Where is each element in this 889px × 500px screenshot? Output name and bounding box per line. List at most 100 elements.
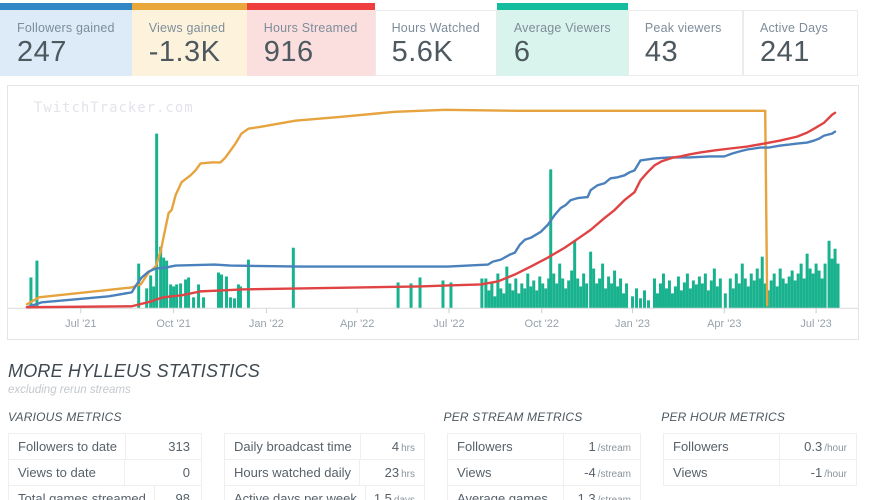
stream-activity-bars (635, 288, 639, 309)
stream-activity-bars (544, 288, 548, 309)
stream-activity-bars (784, 283, 788, 309)
stat-card-peak-viewers[interactable]: Peak viewers 43 (627, 3, 743, 76)
stream-activity-bars (499, 288, 503, 309)
stream-activity-bars (508, 283, 512, 309)
stream-activity-bars (149, 275, 153, 309)
stream-activity-bars (535, 290, 539, 309)
summary-cards-row: Followers gained 247 Views gained -1.3K … (0, 3, 858, 76)
stream-activity-bars (833, 248, 837, 309)
card-accent-bar (131, 3, 247, 10)
stream-activity-bars (532, 280, 536, 309)
card-accent-bar (374, 3, 497, 10)
metric-value: 0.3 (804, 439, 823, 454)
stream-activity-bars (740, 263, 744, 309)
stream-activity-bars (579, 286, 583, 309)
stream-activity-bars (496, 273, 500, 309)
stream-activity-bars (570, 270, 574, 309)
stat-card-label: Followers gained (17, 21, 115, 35)
x-axis-tick-label: Apr '23 (707, 318, 741, 330)
stream-activity-bars (529, 286, 533, 309)
various-metrics-table-1: Followers to date 313 Views to date 0 To… (8, 433, 202, 500)
metric-row: Followers 1/stream (448, 434, 641, 460)
stream-activity-bars (418, 277, 422, 309)
stream-activity-bars (631, 296, 635, 309)
section-subtitle: excluding rerun streams (8, 384, 131, 396)
stream-activity-bars (291, 247, 295, 309)
stream-activity-bars (582, 273, 586, 309)
stream-activity-bars (585, 283, 589, 309)
stream-activity-bars (224, 276, 228, 309)
various-metrics-table-2: Daily broadcast time 4 hrs Hours watched … (223, 433, 426, 500)
per-hour-metrics-table: Followers 0.3/hour Views -1/hour (663, 433, 857, 486)
metric-unit: days (394, 495, 415, 500)
stream-activity-bars (162, 257, 166, 309)
stream-activity-bars (706, 290, 710, 309)
stream-activity-bars (658, 283, 662, 309)
stream-activity-bars (598, 278, 602, 309)
x-axis-tick-label: Jan '22 (249, 318, 284, 330)
stream-activity-bars (752, 280, 756, 309)
stream-activity-bars (625, 283, 629, 309)
stat-card-views-gained[interactable]: Views gained -1.3K (131, 3, 247, 76)
stream-activity-bars (541, 283, 545, 309)
stat-card-value: 247 (17, 36, 67, 68)
x-axis-tick-label: Oct '21 (156, 318, 190, 330)
x-axis-tick-label: Apr '22 (340, 318, 374, 330)
stream-activity-bars (778, 268, 782, 309)
stat-card-value: 5.6K (391, 36, 454, 68)
metric-value: 1.3 (577, 491, 596, 500)
stat-card-followers-gained[interactable]: Followers gained 247 (0, 3, 132, 76)
metric-row: Hours watched daily 23 hrs (224, 460, 425, 486)
stat-card-value: 43 (644, 36, 679, 68)
stream-activity-bars (228, 297, 232, 309)
stream-activity-bars (703, 273, 707, 309)
stat-card-hours-streamed[interactable]: Hours Streamed 916 (246, 3, 375, 76)
stream-activity-bars (595, 283, 599, 309)
stream-activity-bars (520, 283, 524, 309)
group-header-per-stream: PER STREAM METRICS (443, 410, 583, 424)
stream-activity-bars (487, 290, 491, 309)
stream-activity-bars (805, 253, 809, 309)
stream-activity-bars (734, 273, 738, 309)
x-axis-tick-label: Jul '22 (433, 318, 464, 330)
stream-activity-bars (827, 240, 831, 309)
metric-row: Total games streamed 98 (9, 486, 201, 500)
stream-activity-bars (712, 268, 716, 309)
stream-activity-bars (769, 280, 773, 309)
stream-activity-bars (685, 273, 689, 309)
stream-activity-bars (616, 286, 620, 309)
metric-value: 1 (588, 439, 596, 454)
metric-value: -4 (584, 465, 596, 480)
stat-card-hours-watched[interactable]: Hours Watched 5.6K (374, 3, 497, 76)
stream-activity-bars (561, 278, 565, 309)
metric-unit: /stream (597, 469, 632, 480)
stream-activity-bars (661, 273, 665, 309)
card-accent-bar (246, 3, 375, 10)
stream-activity-bars (814, 263, 818, 309)
stream-activity-bars (639, 298, 643, 309)
stream-activity-bars (796, 273, 800, 309)
stream-activity-bars (728, 278, 732, 309)
stream-activity-bars (830, 258, 834, 309)
metric-value: 313 (168, 439, 190, 454)
section-title: MORE HYLLEUS STATISTICS (8, 361, 260, 381)
card-accent-bar (742, 3, 858, 10)
stat-card-label: Hours Streamed (263, 21, 358, 35)
stream-activity-bars (731, 288, 735, 309)
activity-chart-canvas: TwitchTracker.com Jul '21 Oct '21 Jan '22 Ap… (8, 100, 858, 330)
stream-activity-bars (592, 268, 596, 309)
stream-activity-bars (760, 256, 764, 309)
stream-activity-bars (817, 270, 821, 309)
stat-card-average-viewers[interactable]: Average Viewers 6 (496, 3, 628, 76)
x-axis-tick-label: Jan '23 (615, 318, 650, 330)
stream-activity-bars (646, 300, 650, 309)
metric-unit: /stream (597, 443, 632, 454)
activity-chart[interactable]: TwitchTracker.com Jul '21 Oct '21 Jan '22 Ap… (7, 85, 859, 340)
stat-card-active-days[interactable]: Active Days 241 (742, 3, 858, 76)
stream-activity-bars (145, 288, 149, 309)
metric-value: 98 (175, 491, 190, 500)
stream-activity-bars (723, 293, 727, 309)
stream-activity-bars (619, 278, 623, 309)
stream-activity-bars (679, 290, 683, 309)
metric-value: 23 (384, 465, 400, 480)
